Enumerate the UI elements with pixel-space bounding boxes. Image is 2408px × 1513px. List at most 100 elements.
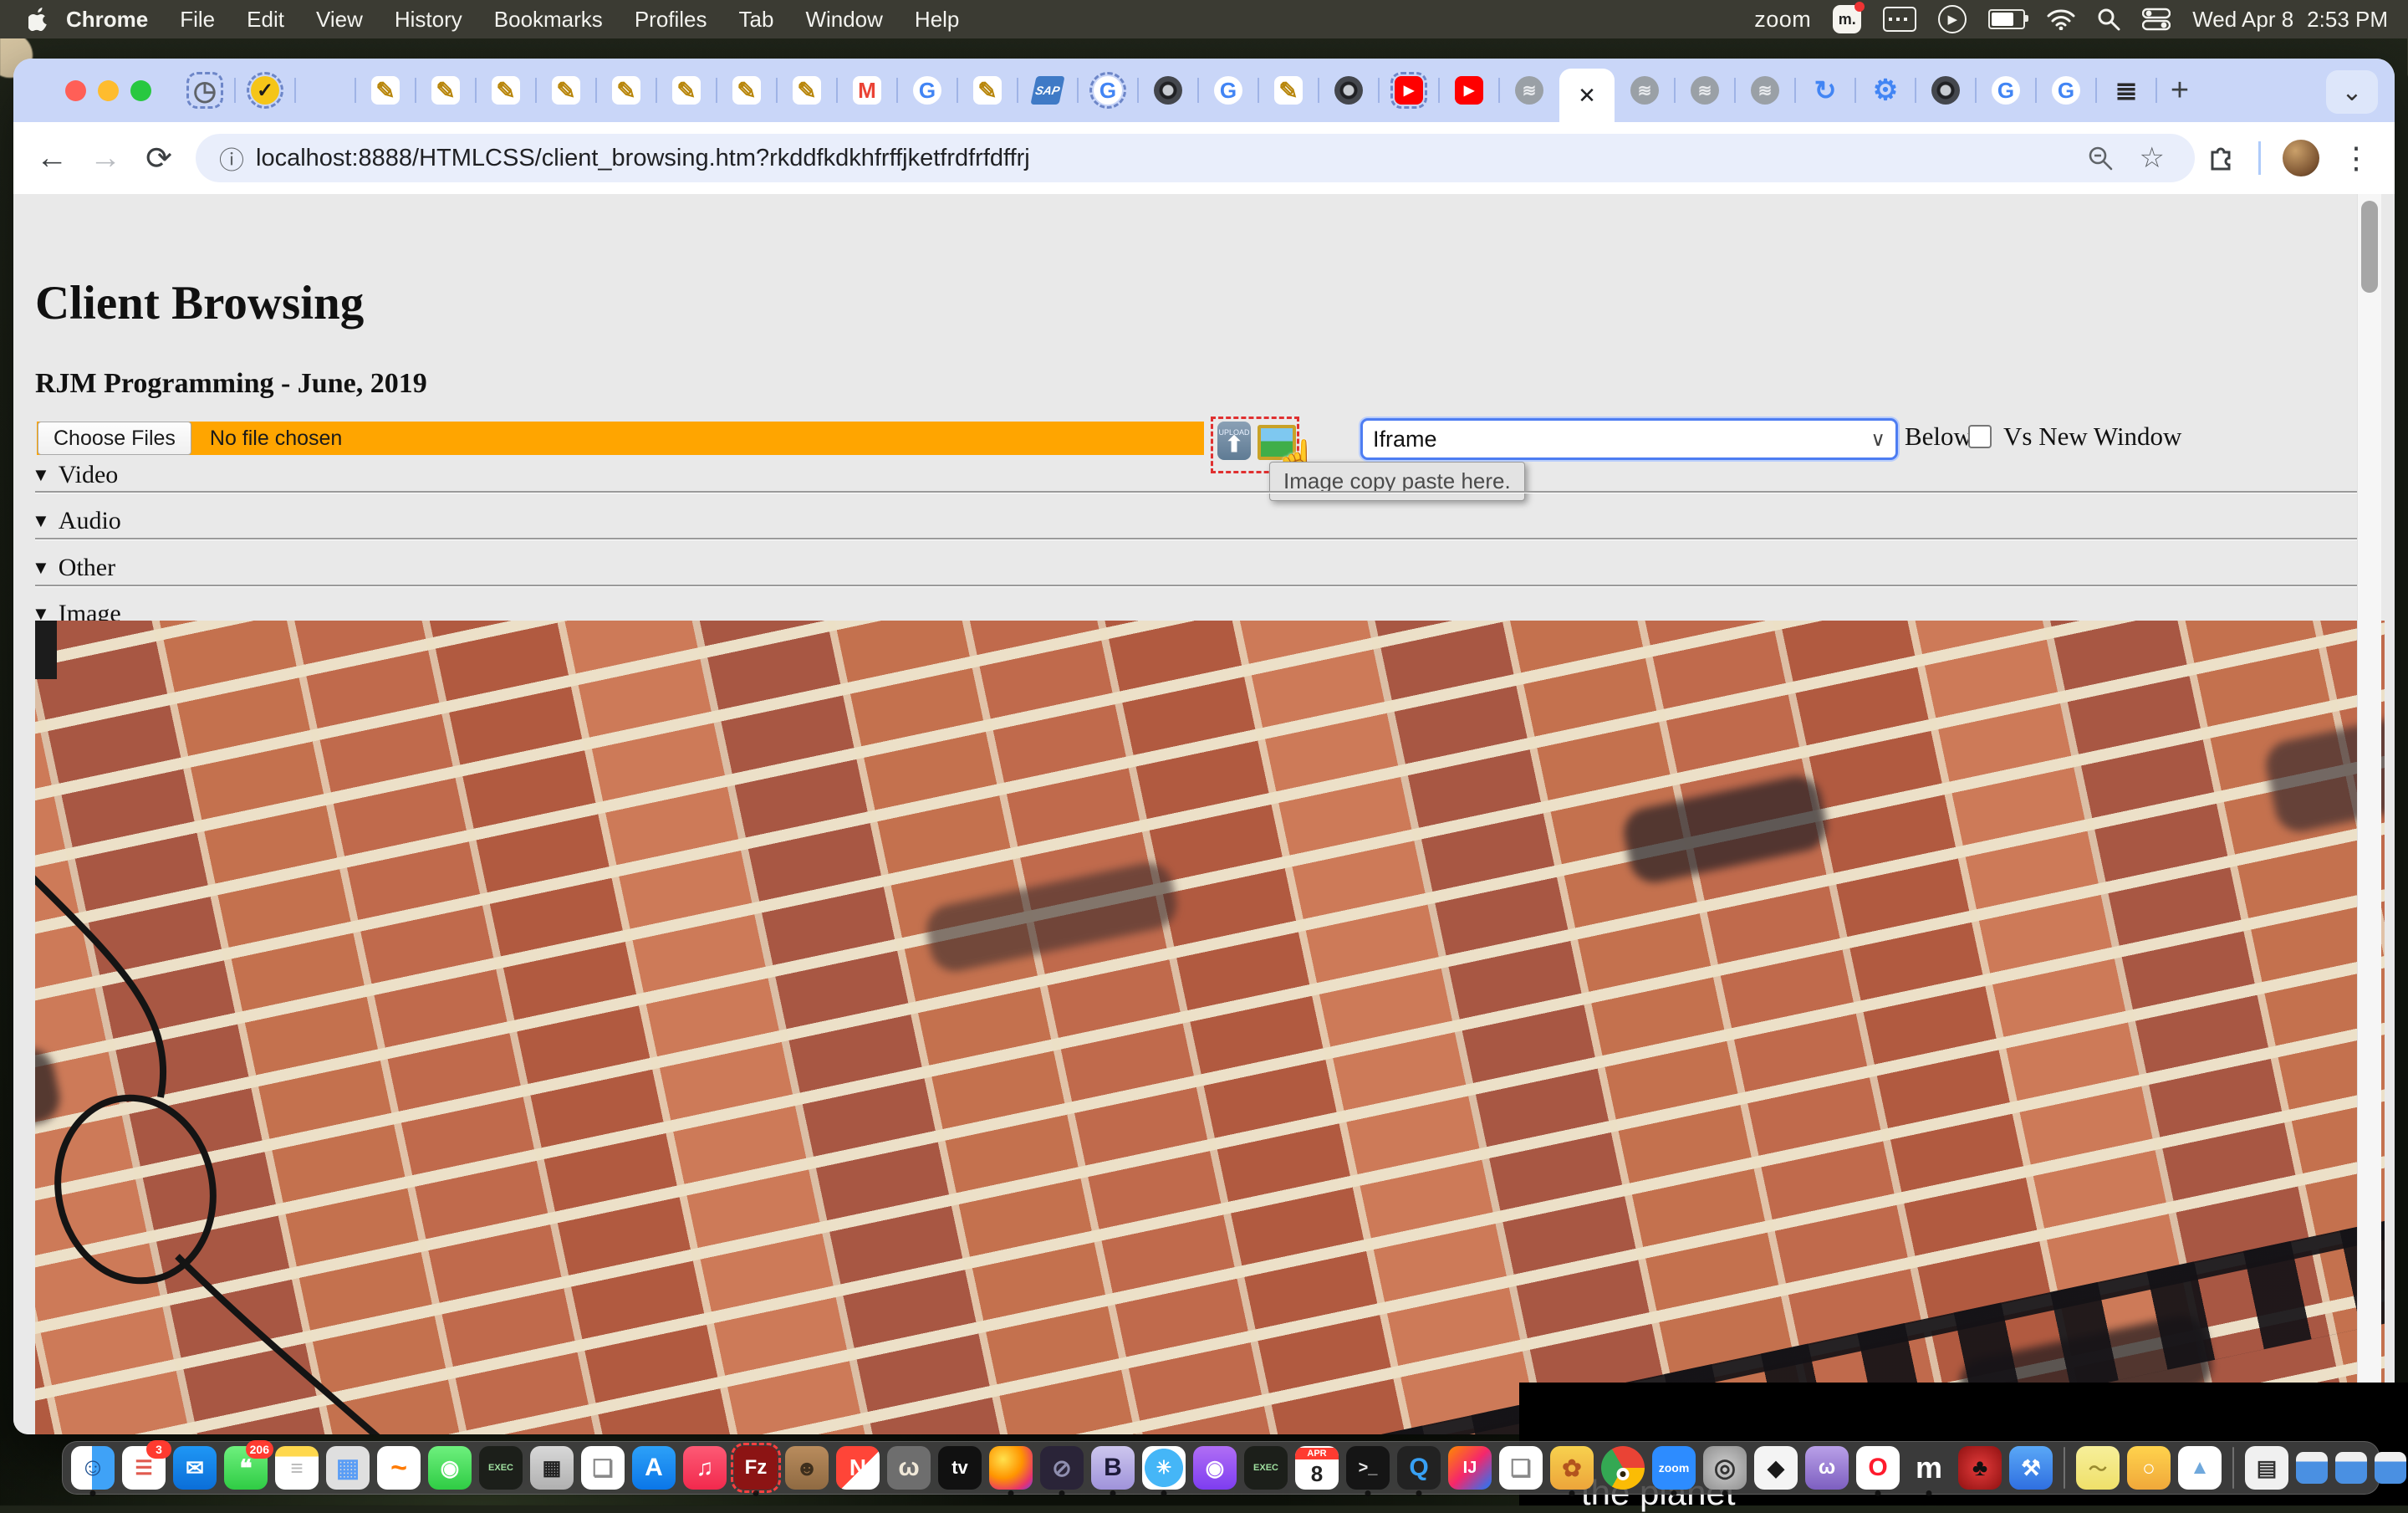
menu-item-tab[interactable]: Tab — [723, 7, 790, 33]
fullscreen-window-button[interactable] — [130, 80, 151, 101]
tab-stackoverflow[interactable]: ≣ — [2096, 59, 2156, 122]
vertical-scrollbar-thumb[interactable] — [2361, 201, 2378, 293]
dock-dark-circle-app[interactable]: ⊘ — [1040, 1446, 1084, 1490]
dock-lens[interactable]: ◎ — [1703, 1446, 1747, 1490]
pinned-tab-google[interactable]: G — [1198, 59, 1258, 122]
pinned-tab-check[interactable]: ✓ — [235, 59, 295, 122]
pinned-tab-pencil[interactable]: ✎ — [656, 59, 717, 122]
keyboard-icon[interactable] — [1883, 5, 1916, 33]
dock-firefox[interactable] — [989, 1446, 1033, 1490]
dock-minimized-window[interactable] — [2296, 1452, 2328, 1484]
dock-developer-app[interactable]: ⚒ — [2009, 1446, 2053, 1490]
dock-terminal[interactable]: >_ — [1346, 1446, 1390, 1490]
wifi-icon[interactable] — [2047, 5, 2075, 33]
dock-libreoffice[interactable]: ❏ — [581, 1446, 625, 1490]
dock-news[interactable]: N — [836, 1446, 880, 1490]
spotlight-search-icon[interactable] — [2097, 5, 2120, 33]
pinned-tab-pencil[interactable]: ✎ — [596, 59, 656, 122]
dock-quicktime[interactable]: Q — [1397, 1446, 1441, 1490]
tab-globe[interactable]: ≋ — [1615, 59, 1675, 122]
extensions-icon[interactable] — [2206, 141, 2237, 176]
upload-icon[interactable]: UPLOAD ⬆ — [1217, 422, 1251, 460]
menu-item-help[interactable]: Help — [899, 7, 975, 33]
dock-photo-app[interactable]: ▲ — [2178, 1446, 2222, 1490]
zoom-out-icon[interactable] — [2088, 146, 2113, 171]
profile-avatar[interactable] — [2283, 140, 2319, 176]
dock-filezilla[interactable]: Fz — [734, 1446, 778, 1490]
tab-history[interactable]: ↻ — [1795, 59, 1855, 122]
dock-music[interactable]: ♫ — [683, 1446, 727, 1490]
vertical-scrollbar-track[interactable] — [2357, 194, 2381, 1434]
dock-intellij[interactable]: IJ — [1448, 1446, 1492, 1490]
dock-calendar[interactable]: APR8 — [1295, 1446, 1339, 1490]
tab-close-icon[interactable]: ✕ — [1578, 83, 1596, 109]
pinned-tab-pencil[interactable]: ✎ — [1258, 59, 1319, 122]
menu-item-view[interactable]: View — [300, 7, 379, 33]
display-mode-select[interactable]: Iframe ∨ — [1360, 418, 1898, 460]
dock-gimp[interactable]: ω — [887, 1446, 931, 1490]
browser-menu-icon[interactable]: ⋮ — [2341, 141, 2373, 176]
forward-button[interactable]: → — [79, 141, 132, 176]
dock-cat-app[interactable]: ω — [1805, 1446, 1849, 1490]
zoom-menu-item[interactable]: zoom — [1754, 5, 1811, 33]
pinned-tab-globe[interactable]: ≋ — [1499, 59, 1559, 122]
dock-minimized-window[interactable] — [2375, 1452, 2406, 1484]
control-center-icon[interactable] — [2142, 5, 2171, 33]
pinned-tab-pencil[interactable]: ✎ — [476, 59, 536, 122]
pinned-tab-pencil[interactable]: ✎ — [536, 59, 596, 122]
dock-device[interactable]: ▦ — [530, 1446, 574, 1490]
url-text[interactable]: localhost:8888/HTMLCSS/client_browsing.h… — [256, 145, 2074, 172]
play-status-icon[interactable]: ▶ — [1938, 5, 1967, 33]
tab-globe[interactable]: ≋ — [1675, 59, 1735, 122]
pinned-tab-youtube[interactable]: ▶ — [1439, 59, 1499, 122]
tab-google[interactable]: G — [2036, 59, 2096, 122]
tab-globe[interactable]: ≋ — [1735, 59, 1795, 122]
dock-finder[interactable]: ☺ — [71, 1446, 115, 1490]
pinned-tab-chrome-dark[interactable] — [1138, 59, 1198, 122]
tab-settings[interactable]: ⚙ — [1855, 59, 1916, 122]
new-tab-button[interactable]: + — [2156, 67, 2203, 114]
pinned-tab-gmail[interactable]: M — [837, 59, 897, 122]
menu-item-history[interactable]: History — [379, 7, 478, 33]
dock-chrome[interactable] — [1601, 1446, 1645, 1490]
pinned-tab-google[interactable]: G — [897, 59, 957, 122]
dock-libreoffice[interactable]: ❏ — [1499, 1446, 1543, 1490]
file-input[interactable]: Choose Files No file chosen — [37, 422, 1204, 455]
pinned-tab-sap[interactable]: SAP — [1018, 59, 1078, 122]
reload-button[interactable]: ⟳ — [132, 140, 186, 177]
dock-stickies[interactable]: 〜 — [2076, 1446, 2120, 1490]
menu-item-bookmarks[interactable]: Bookmarks — [478, 7, 619, 33]
dock-apple-tv[interactable]: tv — [938, 1446, 982, 1490]
dock-messages[interactable]: ❝206 — [224, 1446, 268, 1490]
pinned-tab-timer[interactable]: ◷ — [175, 59, 235, 122]
new-window-checkbox[interactable] — [1968, 425, 1992, 448]
menu-item-profiles[interactable]: Profiles — [619, 7, 723, 33]
dock-club-app[interactable]: ♣ — [1958, 1446, 2002, 1490]
pinned-tab-pencil[interactable]: ✎ — [416, 59, 476, 122]
dock-moustache-app[interactable]: m — [1907, 1446, 1951, 1490]
dock-notes[interactable]: ≡ — [275, 1446, 319, 1490]
tab-overflow-chevron[interactable]: ⌄ — [2326, 70, 2378, 114]
dock-exec-terminal[interactable]: EXEC — [1244, 1446, 1288, 1490]
status-app-icon[interactable]: m. — [1833, 5, 1861, 33]
dock-launchpad[interactable]: ▦ — [326, 1446, 370, 1490]
pinned-tab-google[interactable]: G — [1078, 59, 1138, 122]
dock-zoom[interactable]: zoom — [1652, 1446, 1696, 1490]
bookmark-star-icon[interactable]: ☆ — [2140, 141, 2165, 175]
battery-icon[interactable] — [1988, 5, 2025, 33]
pinned-tab-pencil[interactable]: ✎ — [957, 59, 1018, 122]
apple-menu-icon[interactable] — [28, 7, 50, 32]
menu-item-window[interactable]: Window — [789, 7, 898, 33]
back-button[interactable]: ← — [25, 141, 79, 176]
dock-opera[interactable]: O — [1856, 1446, 1900, 1490]
tab-google[interactable]: G — [1976, 59, 2036, 122]
dock-inkscape[interactable]: ◆ — [1754, 1446, 1798, 1490]
dock-lightbulb[interactable]: ○ — [2127, 1446, 2171, 1490]
dock-appstore[interactable]: A — [632, 1446, 676, 1490]
dock-mail[interactable]: ✉ — [173, 1446, 217, 1490]
dock-exec-terminal[interactable]: EXEC — [479, 1446, 523, 1490]
menu-item-file[interactable]: File — [164, 7, 231, 33]
minimize-window-button[interactable] — [98, 80, 119, 101]
site-info-icon[interactable]: ⓘ — [219, 140, 244, 176]
dock-paint[interactable]: ✿ — [1550, 1446, 1594, 1490]
